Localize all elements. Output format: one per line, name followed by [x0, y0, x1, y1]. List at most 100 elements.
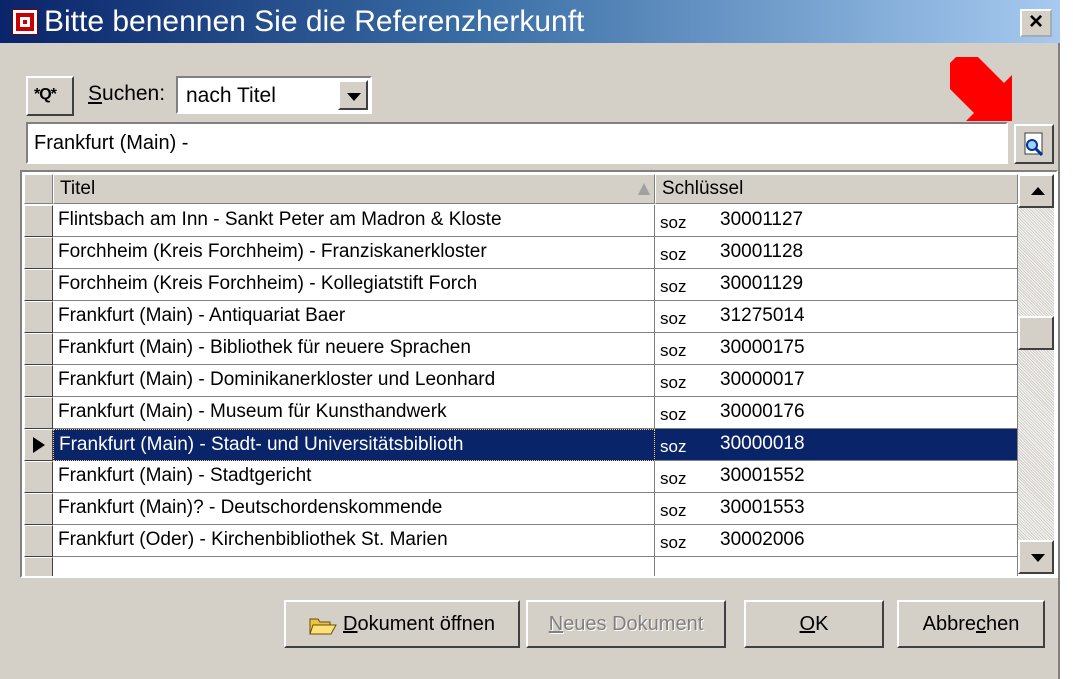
key-prefix: soz — [660, 405, 687, 424]
cell-key[interactable]: soz 30001128 — [655, 237, 1018, 269]
row-indicator[interactable] — [24, 557, 53, 576]
search-mode-label: Suchen: — [88, 82, 166, 105]
row-indicator[interactable] — [24, 205, 53, 237]
table-row-partial[interactable] — [22, 557, 1018, 576]
table-row[interactable]: Flintsbach am Inn - Sankt Peter am Madro… — [22, 205, 1018, 237]
cell-key[interactable]: soz 30001552 — [655, 461, 1018, 493]
open-document-button[interactable]: Dokument öffnen — [284, 600, 520, 648]
cell-title[interactable]: Forchheim (Kreis Forchheim) - Franziskan… — [53, 237, 655, 269]
row-indicator[interactable] — [24, 397, 53, 429]
table-row[interactable]: Frankfurt (Oder) - Kirchenbibliothek St.… — [22, 525, 1018, 557]
close-button[interactable]: × — [1020, 9, 1052, 37]
cell-title[interactable]: Flintsbach am Inn - Sankt Peter am Madro… — [53, 205, 655, 237]
search-icon: *Q* — [34, 86, 57, 103]
key-prefix: soz — [660, 309, 687, 328]
key-prefix: soz — [660, 277, 687, 296]
cell-title[interactable]: Frankfurt (Oder) - Kirchenbibliothek St.… — [53, 525, 655, 557]
key-number: 30001127 — [720, 209, 804, 230]
cancel-button[interactable]: Abbrechen — [897, 600, 1045, 648]
key-number: 30001553 — [720, 497, 805, 518]
key-number: 30002006 — [720, 529, 805, 550]
window-title: Bitte benennen Sie die Referenzherkunft — [44, 5, 585, 38]
arrow-up-icon — [1031, 187, 1045, 195]
row-indicator[interactable] — [24, 269, 53, 301]
column-header-title[interactable]: Titel — [53, 174, 655, 204]
key-number: 30000017 — [720, 369, 805, 390]
chevron-down-icon — [347, 93, 361, 101]
lookup-button[interactable] — [1014, 124, 1054, 164]
new-document-button[interactable]: Neues Dokument — [526, 600, 726, 648]
table-row[interactable]: Frankfurt (Main) - Stadt- und Universitä… — [22, 429, 1018, 461]
cell-title[interactable]: Frankfurt (Main) - Bibliothek für neuere… — [53, 333, 655, 365]
search-mode-select[interactable]: nach Titel — [176, 76, 372, 114]
open-folder-icon — [309, 618, 337, 635]
table-row[interactable]: Frankfurt (Main) - Dominikanerkloster un… — [22, 365, 1018, 397]
key-number: 30001129 — [720, 273, 804, 294]
row-indicator[interactable] — [24, 333, 53, 365]
cell-title[interactable]: Frankfurt (Main) - Dominikanerkloster un… — [53, 365, 655, 397]
row-indicator[interactable] — [24, 461, 53, 493]
cell-title[interactable]: Frankfurt (Main) - Stadt- und Universitä… — [53, 429, 655, 461]
document-search-icon — [1024, 132, 1044, 157]
arrow-down-icon — [1031, 554, 1045, 562]
sort-ascending-icon — [638, 183, 650, 195]
cell-title[interactable] — [53, 557, 655, 576]
table-row[interactable]: Frankfurt (Main) - Bibliothek für neuere… — [22, 333, 1018, 365]
cell-key[interactable]: soz 30002006 — [655, 525, 1018, 557]
key-prefix: soz — [660, 437, 687, 456]
cell-key[interactable]: soz 31275014 — [655, 301, 1018, 333]
column-header-key[interactable]: Schlüssel — [655, 174, 1018, 204]
annotation-arrow-icon — [950, 57, 1012, 121]
cell-key[interactable]: soz 30001127 — [655, 205, 1018, 237]
ok-button[interactable]: OK — [744, 600, 884, 648]
key-prefix: soz — [660, 533, 687, 552]
key-prefix: soz — [660, 373, 687, 392]
app-icon — [12, 9, 38, 35]
table-row[interactable]: Frankfurt (Main) - Museum für Kunsthandw… — [22, 397, 1018, 429]
key-number: 30000018 — [720, 433, 805, 454]
key-prefix: soz — [660, 245, 687, 264]
cell-key[interactable]: soz 30000176 — [655, 397, 1018, 429]
cell-title[interactable]: Frankfurt (Main) - Museum für Kunsthandw… — [53, 397, 655, 429]
title-bar[interactable]: Bitte benennen Sie die Referenzherkunft … — [0, 0, 1060, 43]
current-row-pointer-icon — [33, 437, 45, 453]
cell-key[interactable]: soz 30001129 — [655, 269, 1018, 301]
table-row[interactable]: Frankfurt (Main)? - Deutschordenskommend… — [22, 493, 1018, 525]
results-grid[interactable]: Titel Schlüssel Flintsbach am Inn - Sank… — [20, 170, 1058, 578]
table-row[interactable]: Forchheim (Kreis Forchheim) - Franziskan… — [22, 237, 1018, 269]
table-row[interactable]: Forchheim (Kreis Forchheim) - Kollegiats… — [22, 269, 1018, 301]
key-number: 30001552 — [720, 465, 805, 486]
cell-title[interactable]: Forchheim (Kreis Forchheim) - Kollegiats… — [53, 269, 655, 301]
row-indicator[interactable] — [24, 429, 53, 461]
cell-title[interactable]: Frankfurt (Main) - Antiquariat Baer — [53, 301, 655, 333]
row-indicator[interactable] — [24, 365, 53, 397]
search-field[interactable] — [26, 122, 1008, 164]
key-prefix: soz — [660, 213, 687, 232]
search-input[interactable] — [34, 132, 994, 155]
key-number: 30000176 — [720, 401, 805, 422]
scroll-thumb[interactable] — [1018, 316, 1054, 350]
cell-title[interactable]: Frankfurt (Main) - Stadtgericht — [53, 461, 655, 493]
cell-key[interactable]: soz 30001553 — [655, 493, 1018, 525]
scroll-down-button[interactable] — [1018, 540, 1054, 574]
search-options-button[interactable]: *Q* — [26, 76, 74, 116]
cell-key[interactable]: soz 30000175 — [655, 333, 1018, 365]
scroll-up-button[interactable] — [1018, 174, 1054, 208]
vertical-scrollbar[interactable] — [1018, 174, 1054, 574]
row-indicator[interactable] — [24, 525, 53, 557]
cell-key[interactable]: soz 30000018 — [655, 429, 1018, 461]
dropdown-button[interactable] — [338, 80, 368, 110]
row-indicator[interactable] — [24, 301, 53, 333]
cell-title[interactable]: Frankfurt (Main)? - Deutschordenskommend… — [53, 493, 655, 525]
cell-key[interactable]: soz 30000017 — [655, 365, 1018, 397]
key-prefix: soz — [660, 501, 687, 520]
key-number: 30000175 — [720, 337, 805, 358]
dialog-window: Bitte benennen Sie die Referenzherkunft … — [0, 0, 1060, 679]
table-row[interactable]: Frankfurt (Main) - Antiquariat Baer soz 31… — [22, 301, 1018, 333]
key-number: 30001128 — [720, 241, 804, 262]
key-number: 31275014 — [720, 305, 805, 326]
cell-key[interactable] — [655, 557, 1018, 576]
row-indicator[interactable] — [24, 493, 53, 525]
row-indicator[interactable] — [24, 237, 53, 269]
table-row[interactable]: Frankfurt (Main) - Stadtgericht soz 300015… — [22, 461, 1018, 493]
